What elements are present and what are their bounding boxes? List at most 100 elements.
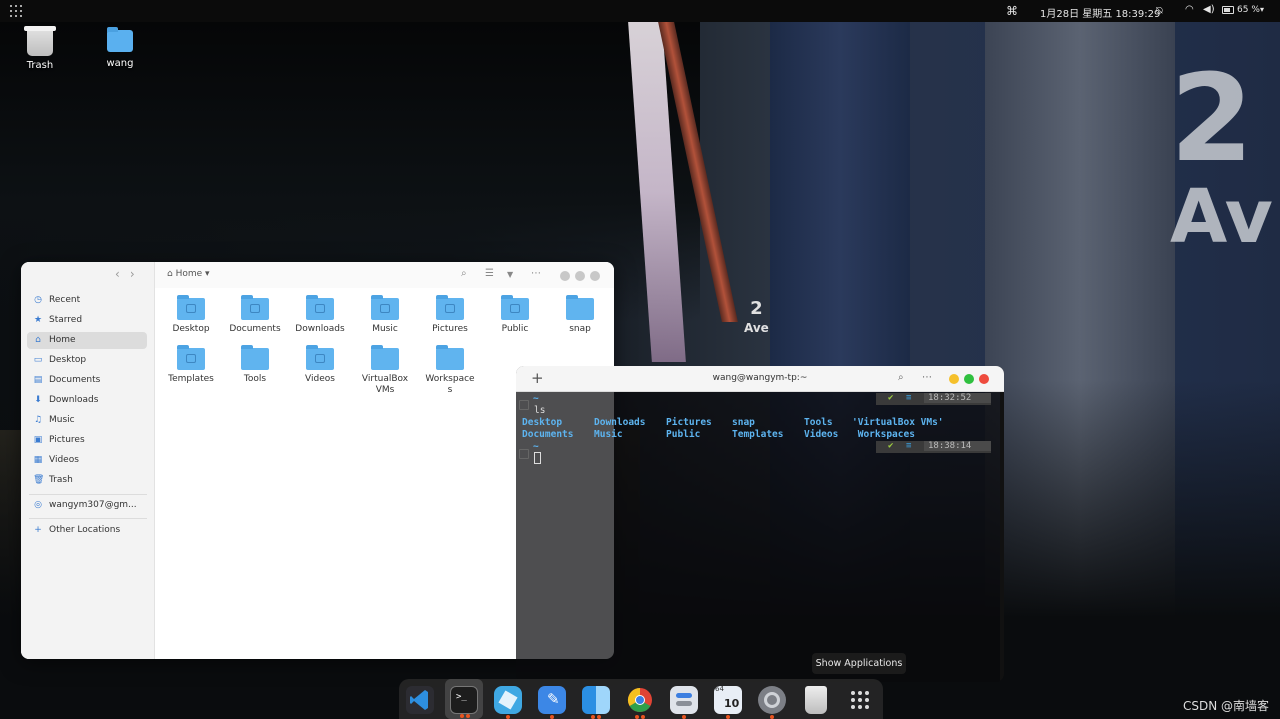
list-view-icon[interactable]: ☰	[485, 268, 494, 279]
terminal-scrollbar[interactable]	[1000, 392, 1004, 682]
desktop-icon-trash[interactable]: Trash	[10, 26, 70, 71]
folder-item[interactable]: Public	[487, 295, 543, 335]
show-applications-icon[interactable]	[846, 686, 874, 714]
system-settings-icon[interactable]	[758, 686, 786, 719]
menu-icon[interactable]: ⋯	[531, 268, 541, 279]
minimize-button[interactable]	[949, 374, 959, 384]
terminal-window[interactable]: + wang@wangym-tp:~ ⌕ ⋯ ~ ✔ ≡ 18:32:52 ls…	[516, 366, 1004, 682]
terminal-output[interactable]: ~ ✔ ≡ 18:32:52 ls Desktop Downloads Pict…	[516, 392, 1004, 682]
prompt-status: ✔ ≡ 18:38:14	[876, 441, 991, 453]
search-icon[interactable]: ⌕	[461, 268, 467, 279]
view-options-chevron-icon[interactable]: ▼	[507, 270, 513, 279]
vscode-icon[interactable]	[406, 686, 434, 714]
desktop-icon-label: Trash	[26, 60, 54, 71]
breadcrumb[interactable]: ⌂ Home ▾	[167, 269, 210, 279]
wifi-icon[interactable]: ◠	[1185, 4, 1194, 15]
running-indicator	[635, 715, 645, 719]
back-icon[interactable]: ‹	[115, 267, 120, 281]
command-icon[interactable]: ⌘	[1006, 4, 1018, 18]
chrome-icon[interactable]	[626, 686, 654, 719]
sidebar-item-network-drive[interactable]: ◎ wangym307@gm...	[27, 497, 147, 514]
running-indicator	[460, 714, 470, 718]
desktop-icon-label: wang	[106, 58, 134, 69]
files-headerbar: ‹ › ⌂ Home ▾ ⌕ ☰ ▼ ⋯	[115, 262, 614, 288]
sidebar-item-music[interactable]: ♫ Music	[27, 412, 147, 429]
running-indicator	[770, 715, 774, 719]
home-folder-icon	[107, 27, 133, 52]
sidebar-item-starred[interactable]: ★ Starred	[27, 312, 147, 329]
battery-percent[interactable]: 65 %	[1237, 5, 1260, 15]
minimize-button[interactable]	[560, 271, 570, 281]
folder-documents-icon	[241, 295, 269, 320]
top-bar: ⌘ 1月28日 星期五 18:39:29 ⍉ ◠ ◀) 65 % ▾	[0, 0, 1280, 22]
prompt-box	[519, 449, 529, 459]
command: ls	[534, 405, 546, 416]
menu-icon[interactable]: ⋯	[922, 372, 932, 383]
prompt-box	[519, 400, 529, 410]
maximize-button[interactable]	[964, 374, 974, 384]
software-updater-icon[interactable]: 64 10	[714, 685, 742, 719]
sidebar-item-other-locations[interactable]: + Other Locations	[27, 522, 147, 539]
folder-item[interactable]: Music	[357, 295, 413, 335]
folder-icon	[566, 295, 594, 320]
desktop-icon: ▭	[33, 355, 43, 365]
folder-public-icon	[501, 295, 529, 320]
sidebar-item-downloads[interactable]: ⬇ Downloads	[27, 392, 147, 409]
folder-item[interactable]: Workspace s	[422, 345, 478, 396]
sidebar-item-recent[interactable]: ◷ Recent	[27, 292, 147, 309]
folder-item[interactable]: Pictures	[422, 295, 478, 335]
folder-item[interactable]: Documents	[227, 295, 283, 335]
running-indicator	[682, 715, 686, 719]
apps-grid-icon[interactable]	[10, 5, 22, 17]
sidebar-item-pictures[interactable]: ▣ Pictures	[27, 432, 147, 449]
folder-item[interactable]: snap	[552, 295, 608, 335]
volume-icon[interactable]: ◀)	[1203, 4, 1215, 15]
settings-toggle-icon[interactable]	[670, 686, 698, 719]
close-button[interactable]	[590, 271, 600, 281]
running-indicator	[591, 715, 601, 719]
close-button[interactable]	[979, 374, 989, 384]
chevron-down-icon[interactable]: ▾	[1260, 5, 1264, 14]
virtualbox-icon[interactable]	[494, 686, 522, 719]
star-icon: ★	[33, 315, 43, 325]
ls-entry: Desktop	[522, 417, 563, 428]
music-icon: ♫	[33, 415, 43, 425]
terminal-icon[interactable]: >_	[450, 686, 478, 718]
sidebar-item-documents[interactable]: ▤ Documents	[27, 372, 147, 389]
running-indicator	[550, 715, 554, 719]
ls-entry: snap	[732, 417, 755, 428]
battery-icon[interactable]	[1222, 6, 1234, 14]
trash-icon[interactable]	[805, 686, 827, 714]
folder-item[interactable]: VirtualBox VMs	[357, 345, 413, 396]
desktop-icon-home[interactable]: wang	[90, 27, 150, 69]
ls-entry: Pictures	[666, 417, 712, 428]
folder-item[interactable]: Tools	[227, 345, 283, 385]
folder-item[interactable]: Templates	[163, 345, 219, 385]
folder-item[interactable]: Videos	[292, 345, 348, 385]
clock-icon: ◷	[34, 295, 42, 305]
ls-entry: Documents	[522, 429, 574, 440]
folder-icon	[371, 345, 399, 370]
finder-icon[interactable]	[582, 686, 610, 719]
search-icon[interactable]: ⌕	[898, 372, 904, 383]
sidebar-item-videos[interactable]: ▦ Videos	[27, 452, 147, 469]
prompt-dir: ~	[533, 393, 539, 404]
sidebar-item-home[interactable]: ⌂ Home	[27, 332, 147, 349]
sidebar-item-trash[interactable]: 🗑 Trash	[27, 472, 147, 489]
clock[interactable]: 1月28日 星期五 18:39:29	[1040, 5, 1160, 20]
forward-icon[interactable]: ›	[130, 267, 135, 281]
video-icon: ▦	[33, 455, 43, 465]
notifications-off-icon[interactable]: ⍉	[1156, 4, 1163, 18]
picture-icon: ▣	[33, 435, 43, 445]
ls-entry: Templates	[732, 429, 784, 440]
editor-icon[interactable]: ✎	[538, 686, 566, 719]
folder-item[interactable]: Downloads	[292, 295, 348, 335]
maximize-button[interactable]	[575, 271, 585, 281]
folder-templates-icon	[177, 345, 205, 370]
ls-entry: Music	[594, 429, 623, 440]
sidebar-item-desktop[interactable]: ▭ Desktop	[27, 352, 147, 369]
trash-icon	[24, 26, 56, 56]
folder-item[interactable]: Desktop	[163, 295, 219, 335]
terminal-headerbar: + wang@wangym-tp:~ ⌕ ⋯	[516, 366, 1004, 392]
ls-entry: Tools	[804, 417, 833, 428]
